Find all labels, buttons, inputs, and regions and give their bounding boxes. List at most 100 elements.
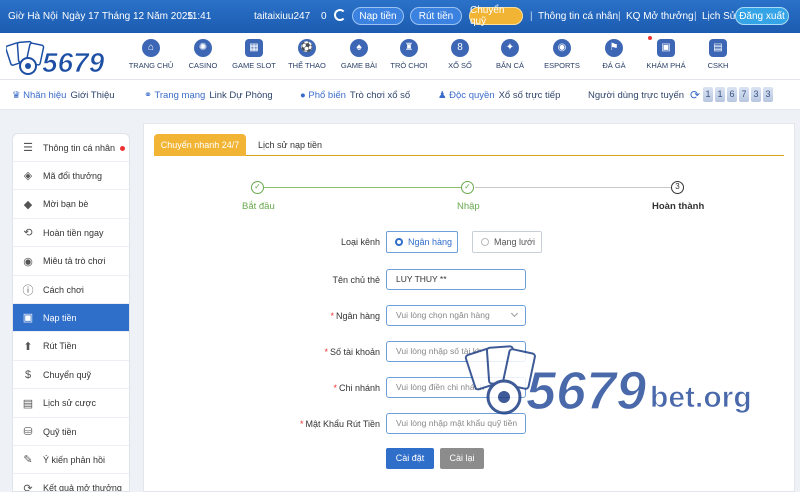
online-digit: 3 <box>751 87 761 102</box>
bank-label: * Ngân hàng <box>330 311 380 321</box>
sidebar-item-withdraw[interactable]: ⬆ Rút Tiền <box>13 333 129 361</box>
ticker-brand[interactable]: ♛ Nhãn hiệu Giới Thiệu <box>12 90 115 101</box>
sidebar-item-document[interactable]: ▤ Lịch sử cược <box>13 390 129 418</box>
online-digit: 3 <box>763 87 773 102</box>
nav-item-game-slot[interactable]: ▦ GAME SLOT <box>228 39 280 70</box>
withdraw-button[interactable]: Rút tiền <box>410 7 462 25</box>
account-label: * Số tài khoản <box>324 347 380 357</box>
sync-icon: ⟳ <box>690 88 701 102</box>
ticker-network[interactable]: ⚭ Trang mạng Link Dự Phòng <box>144 90 273 101</box>
gamepad-icon: ◉ <box>553 39 571 57</box>
chat-icon: ▤ <box>709 39 727 57</box>
football-icon: ⚽ <box>298 39 316 57</box>
ticker-popular[interactable]: ● Phổ biến Trò chơi xổ số <box>300 90 410 101</box>
withdraw-password-field[interactable]: Vui lòng nhập mật khẩu quỹ tiền <box>386 413 526 434</box>
bank-select[interactable]: Vui lòng chọn ngân hàng <box>386 305 526 326</box>
bell-icon: ♟ <box>438 90 450 101</box>
sidebar-item-refund[interactable]: ⟲ Hoàn tiền ngay <box>13 219 129 248</box>
document-icon: ▤ <box>22 397 34 410</box>
time-label: 11:41 <box>187 11 212 22</box>
balance-value: 0 <box>321 11 327 22</box>
site-logo: 5679 <box>6 40 105 78</box>
sidebar-item-gamepad[interactable]: ◉ Miêu tả trò chơi <box>13 248 129 276</box>
channel-network-radio[interactable]: Mạng lưới <box>472 231 542 253</box>
channel-bank-radio[interactable]: Ngân hàng <box>386 231 458 253</box>
notification-dot <box>648 36 652 40</box>
tab-deposit-history[interactable]: Lịch sử nạp tiền <box>258 134 322 156</box>
sidebar-item-label: Cách chơi <box>43 284 84 295</box>
holder-name-field[interactable]: LUY THUY ** <box>386 269 526 290</box>
nav-item-đá-gà[interactable]: ⚑ ĐÁ GÀ <box>588 39 640 70</box>
gamepad-icon: ◉ <box>23 255 33 268</box>
sidebar-item-info[interactable]: ⓘ Cách chơi <box>13 276 129 304</box>
sidebar-item-diamond[interactable]: ◆ Mời bạn bè <box>13 191 129 219</box>
sidebar-item-dollar[interactable]: $ Chuyển quỹ <box>13 361 129 390</box>
logo-text: 5679 <box>42 47 105 78</box>
sidebar-item-coins[interactable]: ⛁ Quỹ tiền <box>13 418 129 446</box>
nav-item-casino[interactable]: ✺ CASINO <box>177 39 229 70</box>
nav-item-esports[interactable]: ◉ ESPORTS <box>536 39 588 70</box>
nav-item-xổ-số[interactable]: 8 XỔ SỐ <box>434 39 486 70</box>
sidebar-item-label: Ý kiến phản hồi <box>43 454 106 465</box>
step-start-label: Bắt đầu <box>242 201 275 212</box>
nav-item-label: ĐÁ GÀ <box>602 61 626 70</box>
nav-item-thể-thao[interactable]: ⚽ THỂ THAO <box>281 39 333 70</box>
branch-field[interactable]: Vui lòng điền chi nhánh <box>386 377 526 398</box>
step-done-label: Hoàn thành <box>652 201 705 212</box>
nav-item-bắn-cá[interactable]: ✦ BẮN CÁ <box>484 39 536 70</box>
nav-item-trò-chơi[interactable]: ♜ TRÒ CHƠI <box>383 39 435 70</box>
sidebar-item-label: Rút Tiền <box>43 341 77 352</box>
step-line-1 <box>264 187 468 188</box>
timezone-label: Giờ Hà Nội <box>8 11 58 22</box>
ticker-exclusive[interactable]: ♟ Độc quyền Xổ số trực tiếp <box>438 90 560 101</box>
sidebar-item-user-list[interactable]: ☰ Thông tin cá nhân <box>13 134 129 162</box>
dollar-icon: $ <box>24 368 32 381</box>
reset-button[interactable]: Cài lại <box>440 448 484 469</box>
chevron-down-icon <box>510 309 519 318</box>
tab-quick-transfer[interactable]: Chuyển nhanh 24/7 <box>154 134 246 156</box>
nav-item-label: TRANG CHỦ <box>128 61 174 70</box>
account-sidebar: ☰ Thông tin cá nhân ◈ Mã đổi thưởng ◆ Mời bạn… <box>12 133 130 492</box>
holder-label: Tên chủ thẻ <box>332 275 380 285</box>
sidebar-item-results[interactable]: ⟳ Kết quả mở thưởng <box>13 475 129 492</box>
logout-button[interactable]: Đăng xuất <box>735 7 789 25</box>
account-number-field[interactable]: Vui lòng nhập số tài kh <box>386 341 526 362</box>
deposit-button[interactable]: Nạp tiền <box>352 7 404 25</box>
nav-item-label: THỂ THAO <box>288 61 326 70</box>
joystick-icon: ♜ <box>400 39 418 57</box>
sidebar-item-label: Kết quả mở thưởng <box>43 483 122 492</box>
submit-button[interactable]: Cài đặt <box>386 448 434 469</box>
slot-icon: ▦ <box>245 39 263 57</box>
online-digit: 7 <box>739 87 749 102</box>
nav-item-khám-phá[interactable]: ▣ KHÁM PHÁ <box>640 39 692 70</box>
main-nav: 5679 ⌂ TRANG CHỦ ✺ CASINO ▦ GAME SLOT ⚽ THỂ THA… <box>0 33 800 80</box>
sidebar-item-label: Chuyển quỹ <box>43 369 92 380</box>
deposit-tabs: Chuyển nhanh 24/7 Lịch sử nạp tiền <box>154 134 784 156</box>
watermark-number: 5679 <box>526 361 646 421</box>
history-link[interactable]: Lịch Sử <box>702 11 737 22</box>
watermark-suffix: bet.org <box>650 381 752 414</box>
sidebar-item-wallet[interactable]: ▣ Nạp tiền <box>13 304 129 333</box>
sidebar-item-label: Quỹ tiền <box>43 426 77 437</box>
password-label: * Mật Khẩu Rút Tiền <box>299 419 380 429</box>
diamond-icon: ◆ <box>23 198 33 211</box>
online-digit: 6 <box>727 87 737 102</box>
nav-item-label: ESPORTS <box>544 61 580 70</box>
withdraw-icon: ⬆ <box>23 340 33 353</box>
online-users-label: Người dùng trực tuyến <box>588 90 685 101</box>
transfer-button[interactable]: Chuyển quỹ <box>469 5 523 27</box>
nav-item-cskh[interactable]: ▤ CSKH <box>692 39 744 70</box>
profile-link[interactable]: Thông tin cá nhân <box>538 11 618 22</box>
results-link[interactable]: KQ Mở thưởng <box>626 11 694 22</box>
refresh-icon[interactable] <box>334 9 346 21</box>
user-list-icon: ☰ <box>23 142 33 154</box>
sidebar-item-feedback[interactable]: ✎ Ý kiến phản hồi <box>13 446 129 475</box>
fish-icon: ✦ <box>501 39 519 57</box>
results-icon: ⟳ <box>23 482 33 492</box>
info-ticker: ♛ Nhãn hiệu Giới Thiệu ⚭ Trang mạng Link D… <box>0 80 800 110</box>
sidebar-item-label: Mã đổi thưởng <box>43 170 102 181</box>
nav-item-trang-chủ[interactable]: ⌂ TRANG CHỦ <box>125 39 177 70</box>
sidebar-item-tag[interactable]: ◈ Mã đổi thưởng <box>13 162 129 191</box>
refund-icon: ⟲ <box>23 227 33 240</box>
nav-item-game-bài[interactable]: ♠ GAME BÀI <box>333 39 385 70</box>
